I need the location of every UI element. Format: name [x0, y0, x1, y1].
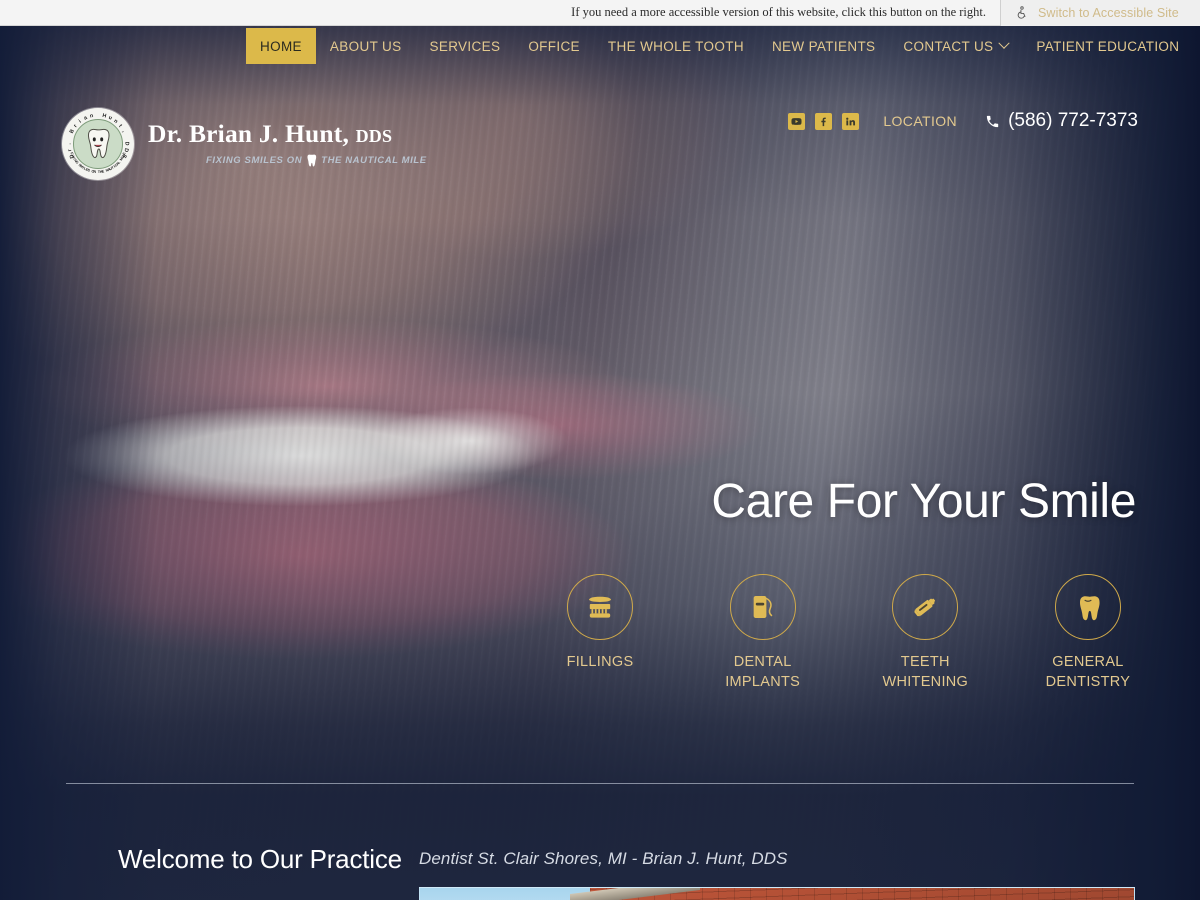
nav-item-office[interactable]: OFFICE: [514, 28, 594, 64]
nav-label: NEW PATIENTS: [771, 38, 876, 54]
service-label: GENERAL DENTISTRY: [1045, 654, 1131, 690]
nav-item-patient-education[interactable]: PATIENT EDUCATION: [1022, 28, 1193, 64]
nav-item-services[interactable]: SERVICES: [415, 28, 514, 64]
brand-tagline-after: THE NAUTICAL MILE: [321, 154, 427, 166]
logo-ring-text: Dr. Brian Hunt, DDSFIXING SMILES ON THE …: [66, 112, 130, 175]
hero-service-list: FILLINGS DENTAL IMPLANTS TEETH WHITENING…: [534, 574, 1154, 692]
nav-item-about-us[interactable]: ABOUT US: [316, 28, 416, 64]
brand-tagline-before: FIXING SMILES ON: [206, 154, 303, 166]
service-item-fillings[interactable]: FILLINGS: [534, 574, 666, 673]
phone-number[interactable]: (586) 772-7373: [985, 110, 1138, 132]
brand-credential: DDS: [355, 126, 393, 147]
nav-label: HOME: [260, 38, 302, 54]
youtube-icon[interactable]: [788, 112, 806, 130]
phone-number-label: (586) 772-7373: [1008, 110, 1138, 131]
switch-to-accessible-site-label: Switch to Accessible Site: [1038, 5, 1179, 20]
utility-bar: LOCATION (586) 772-7373: [788, 110, 1138, 132]
welcome-subtitle: Dentist St. Clair Shores, MI - Brian J. …: [419, 849, 788, 868]
nav-label: OFFICE: [528, 38, 580, 54]
service-icon-circle: [567, 574, 633, 640]
brand-text: Dr. Brian J. Hunt, DDS FIXING SMILES ON …: [148, 121, 427, 167]
chevron-down-icon: [998, 37, 1011, 49]
office-building-photo: [419, 887, 1135, 900]
service-item-teeth-whitening[interactable]: TEETH WHITENING: [859, 574, 991, 692]
service-label: TEETH WHITENING: [882, 654, 969, 690]
logo-badge: Dr. Brian Hunt, DDSFIXING SMILES ON THE …: [62, 108, 134, 180]
nav-label: ABOUT US: [329, 38, 402, 54]
facebook-icon[interactable]: [815, 112, 833, 130]
nav-label: SERVICES: [429, 38, 501, 54]
service-item-general-dentistry[interactable]: GENERAL DENTISTRY: [1022, 574, 1154, 692]
hero-headline: Care For Your Smile: [711, 475, 1136, 528]
nav-item-new-patients[interactable]: NEW PATIENTS: [758, 28, 889, 64]
wheelchair-accessible-icon: [1017, 5, 1026, 19]
tooth-icon: [307, 154, 317, 167]
main-navigation: HOME ABOUT US SERVICES OFFICE THE WHOLE …: [0, 28, 1200, 64]
service-icon-circle: [1054, 574, 1121, 640]
brand-name: Dr. Brian J. Hunt, DDS: [148, 121, 427, 147]
site-logo[interactable]: Dr. Brian Hunt, DDSFIXING SMILES ON THE …: [62, 108, 427, 180]
service-label: FILLINGS: [566, 654, 634, 670]
location-link[interactable]: LOCATION: [883, 113, 957, 129]
service-icon-circle: [729, 574, 796, 640]
nav-item-contact-us[interactable]: CONTACT US: [889, 28, 1022, 64]
toothpaste-tube-icon: [914, 598, 936, 617]
accessibility-bar: If you need a more accessible version of…: [0, 0, 1200, 26]
phone-icon: [986, 115, 999, 127]
brand-tagline: FIXING SMILES ON THE NAUTICAL MILE: [206, 154, 427, 167]
linkedin-icon[interactable]: [842, 112, 860, 130]
photo-foliage: [475, 892, 640, 900]
hero-banner: HOME ABOUT US SERVICES OFFICE THE WHOLE …: [0, 26, 1200, 900]
accessibility-message: If you need a more accessible version of…: [571, 5, 986, 19]
service-icon-circle: [892, 574, 959, 640]
tooth-icon: [1079, 596, 1100, 621]
section-divider: [66, 783, 1134, 784]
dental-filling-icon: [588, 596, 612, 618]
nav-item-home[interactable]: HOME: [246, 28, 316, 64]
welcome-title: Welcome to Our Practice: [118, 844, 402, 874]
service-label: DENTAL IMPLANTS: [725, 654, 801, 690]
nav-label: PATIENT EDUCATION: [1036, 38, 1180, 54]
nav-label: CONTACT US: [903, 38, 994, 54]
page-root: If you need a more accessible version of…: [0, 0, 1200, 900]
switch-to-accessible-site-button[interactable]: Switch to Accessible Site: [1000, 0, 1200, 26]
brand-name-main: Dr. Brian J. Hunt,: [148, 119, 350, 149]
service-item-dental-implants[interactable]: DENTAL IMPLANTS: [697, 574, 829, 692]
nav-item-the-whole-tooth[interactable]: THE WHOLE TOOTH: [594, 28, 758, 64]
nav-label: THE WHOLE TOOTH: [607, 38, 744, 54]
dental-implant-icon: [753, 595, 772, 619]
